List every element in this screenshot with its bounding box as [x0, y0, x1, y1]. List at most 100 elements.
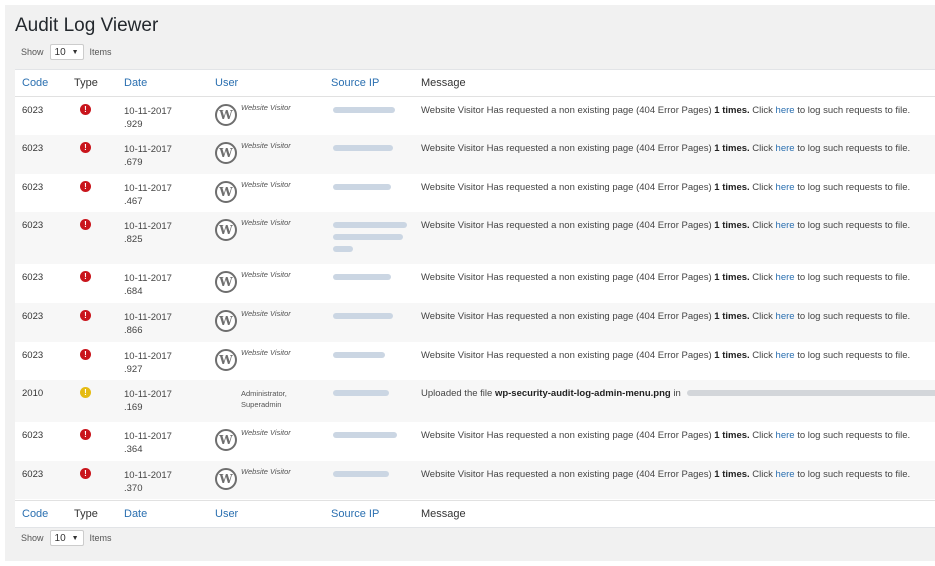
- column-footer-date[interactable]: Date: [124, 508, 147, 520]
- event-date: 10-11-2017.370: [124, 470, 172, 494]
- log-to-file-link[interactable]: here: [776, 469, 795, 480]
- log-to-file-link[interactable]: here: [776, 430, 795, 441]
- source-ip-redacted: [333, 390, 389, 396]
- error-icon: !: [80, 429, 91, 440]
- source-ip-redacted: [333, 274, 391, 280]
- event-message: Uploaded the file wp-security-audit-log-…: [421, 388, 935, 399]
- event-date: 10-11-2017.679: [124, 144, 172, 168]
- column-header-user[interactable]: User: [215, 77, 238, 89]
- pagination-top: Show 10 ▼ Items: [21, 44, 112, 60]
- log-to-file-link[interactable]: here: [776, 311, 795, 322]
- user-name: Website Visitor: [241, 428, 291, 437]
- event-message: Website Visitor Has requested a non exis…: [421, 272, 911, 283]
- log-to-file-link[interactable]: here: [776, 182, 795, 193]
- event-code: 6023: [22, 105, 44, 116]
- log-to-file-link[interactable]: here: [776, 272, 795, 283]
- wordpress-logo-icon: W: [215, 142, 237, 164]
- event-message: Website Visitor Has requested a non exis…: [421, 311, 911, 322]
- wordpress-logo-icon: W: [215, 181, 237, 203]
- source-ip-redacted: [333, 145, 393, 151]
- file-path-redacted: [686, 390, 935, 397]
- event-code: 6023: [22, 350, 44, 361]
- table-row: 6023 ! 10-11-2017.467 W Website Visitor …: [15, 174, 935, 212]
- show-label: Show: [21, 47, 44, 57]
- source-ip-redacted: [333, 246, 353, 252]
- table-row: 2010 ! 10-11-2017.169 Administrator, Supe…: [15, 380, 935, 422]
- user-name: Website Visitor: [241, 270, 291, 279]
- column-header-source-ip[interactable]: Source IP: [331, 77, 379, 89]
- items-label: Items: [89, 533, 112, 543]
- event-message: Website Visitor Has requested a non exis…: [421, 430, 911, 441]
- wordpress-logo-icon: W: [215, 349, 237, 371]
- error-icon: !: [80, 349, 91, 360]
- table-row: 6023 ! 10-11-2017.679 W Website Visitor …: [15, 135, 935, 174]
- audit-log-table: Code Type Date User Source IP Message 60…: [15, 69, 935, 528]
- user-name: Website Visitor: [241, 309, 291, 318]
- table-header: Code Type Date User Source IP Message: [15, 70, 935, 97]
- pagination-bottom: Show 10 ▼ Items: [21, 530, 112, 546]
- event-code: 2010: [22, 388, 44, 399]
- source-ip-redacted: [333, 352, 385, 358]
- user-name: Website Visitor: [241, 218, 291, 227]
- event-code: 6023: [22, 469, 44, 480]
- items-per-page-select[interactable]: 10 ▼: [49, 44, 84, 60]
- user-name: Website Visitor: [241, 180, 291, 189]
- audit-log-page: Audit Log Viewer Show 10 ▼ Items Code Ty…: [5, 5, 935, 561]
- error-icon: !: [80, 271, 91, 282]
- log-to-file-link[interactable]: here: [776, 105, 795, 116]
- wordpress-logo-icon: W: [215, 271, 237, 293]
- event-code: 6023: [22, 182, 44, 193]
- event-code: 6023: [22, 311, 44, 322]
- source-ip-redacted: [333, 184, 391, 190]
- error-icon: !: [80, 219, 91, 230]
- event-code: 6023: [22, 430, 44, 441]
- wordpress-logo-icon: W: [215, 219, 237, 241]
- log-to-file-link[interactable]: here: [776, 143, 795, 154]
- wordpress-logo-icon: W: [215, 468, 237, 490]
- table-row: 6023 ! 10-11-2017.370 W Website Visitor …: [15, 461, 935, 499]
- source-ip-redacted: [333, 432, 397, 438]
- column-footer-user[interactable]: User: [215, 508, 238, 520]
- column-header-code[interactable]: Code: [22, 77, 48, 89]
- wordpress-logo-icon: W: [215, 104, 237, 126]
- error-icon: !: [80, 468, 91, 479]
- page-title: Audit Log Viewer: [15, 15, 159, 36]
- source-ip-redacted: [333, 471, 389, 477]
- column-header-type: Type: [74, 77, 98, 89]
- items-per-page-value: 10: [54, 532, 66, 544]
- column-footer-message: Message: [421, 508, 466, 520]
- items-per-page-value: 10: [54, 46, 66, 58]
- error-icon: !: [80, 181, 91, 192]
- show-label: Show: [21, 533, 44, 543]
- user-name: Website Visitor: [241, 467, 291, 476]
- source-ip-redacted: [333, 222, 407, 228]
- items-per-page-select[interactable]: 10 ▼: [49, 530, 84, 546]
- column-footer-code[interactable]: Code: [22, 508, 48, 520]
- table-row: 6023 ! 10-11-2017.929 W Website Visitor …: [15, 97, 935, 135]
- event-message: Website Visitor Has requested a non exis…: [421, 469, 911, 480]
- chevron-down-icon: ▼: [71, 48, 79, 56]
- table-row: 6023 ! 10-11-2017.866 W Website Visitor …: [15, 303, 935, 342]
- log-to-file-link[interactable]: here: [776, 220, 795, 231]
- items-label: Items: [89, 47, 112, 57]
- event-date: 10-11-2017.684: [124, 273, 172, 297]
- source-ip-redacted: [333, 313, 393, 319]
- table-row: 6023 ! 10-11-2017.684 W Website Visitor …: [15, 264, 935, 303]
- user-name: Website Visitor: [241, 103, 291, 112]
- error-icon: !: [80, 104, 91, 115]
- log-to-file-link[interactable]: here: [776, 350, 795, 361]
- event-message: Website Visitor Has requested a non exis…: [421, 105, 911, 116]
- event-date: 10-11-2017.927: [124, 351, 172, 375]
- source-ip-redacted: [333, 234, 403, 240]
- table-row: 6023 ! 10-11-2017.364 W Website Visitor …: [15, 422, 935, 461]
- event-message: Website Visitor Has requested a non exis…: [421, 143, 911, 154]
- event-code: 6023: [22, 220, 44, 231]
- user-name: Website Visitor: [241, 348, 291, 357]
- user-name: Administrator, Superadmin: [241, 389, 287, 409]
- event-date: 10-11-2017.364: [124, 431, 172, 455]
- event-date: 10-11-2017.929: [124, 106, 172, 130]
- wordpress-logo-icon: W: [215, 310, 237, 332]
- event-date: 10-11-2017.467: [124, 183, 172, 207]
- column-footer-source-ip[interactable]: Source IP: [331, 508, 379, 520]
- column-header-date[interactable]: Date: [124, 77, 147, 89]
